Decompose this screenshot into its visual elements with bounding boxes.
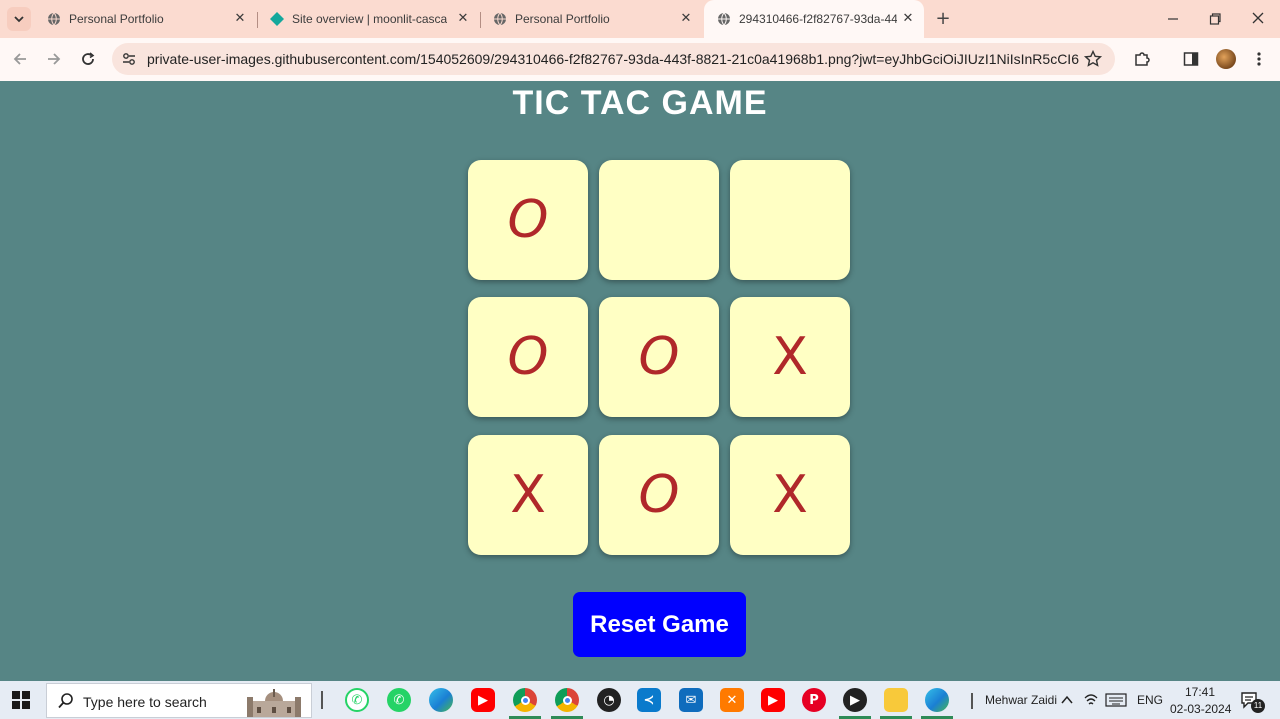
restore-window-button[interactable] [1204,9,1226,29]
board-cell[interactable]: O [468,160,588,280]
reload-icon [82,52,95,65]
reload-button[interactable] [76,47,100,71]
mail-icon[interactable]: ✉ [679,688,703,712]
chevron-down-icon [14,16,24,23]
puzzle-piece-icon [1135,52,1150,66]
youtube-icon[interactable]: ▶ [471,688,495,712]
tab-image-active[interactable]: 294310466-f2f82767-93da-443 ✕ [704,0,924,38]
arrow-right-icon [48,53,61,65]
tab-title: Personal Portfolio [69,12,164,26]
arrow-left-icon [13,53,26,65]
app-icon[interactable]: ✕ [720,688,744,712]
globe-icon [718,12,730,26]
whatsapp-icon[interactable]: ✆ [387,688,411,712]
board-cell[interactable]: O [468,297,588,417]
extensions-button[interactable] [1131,48,1153,70]
tab-title: Site overview | moonlit-cascaro [292,12,447,26]
close-tab-icon[interactable]: ✕ [678,11,694,27]
search-placeholder: Type here to search [83,694,207,710]
language-indicator[interactable]: ENG [1137,693,1163,707]
wifi-icon[interactable] [1083,692,1099,708]
chrome-icon[interactable] [513,688,537,712]
tab-search-button[interactable] [7,7,31,31]
board-cell[interactable] [599,160,719,280]
search-highlight-building-icon [247,689,301,717]
windows-start-icon[interactable] [12,691,30,709]
profile-avatar[interactable] [1216,49,1236,69]
whatsapp-web-icon[interactable]: ✆ [345,688,369,712]
file-explorer-icon[interactable] [884,688,908,712]
edge-icon[interactable] [429,688,453,712]
media-player-icon[interactable]: ▶ [843,688,867,712]
more-vertical-icon [1257,52,1261,66]
taskbar-divider [971,693,973,709]
tab-personal-portfolio-1[interactable]: Personal Portfolio ✕ [34,0,256,38]
board-cell[interactable] [730,160,850,280]
reset-game-button[interactable]: Reset Game [573,592,746,657]
browser-toolbar: private-user-images.githubusercontent.co… [0,38,1280,81]
tab-title: 294310466-f2f82767-93da-443 [739,12,897,26]
search-icon [58,693,73,709]
notification-count-badge: 11 [1251,699,1265,713]
board-cell[interactable]: O [599,435,719,555]
site-info-icon[interactable] [120,50,138,68]
board-cell[interactable]: X [730,297,850,417]
close-icon [1252,12,1264,24]
page-title: TIC TAC GAME [512,84,768,122]
edge-icon[interactable] [925,688,949,712]
browser-tab-bar: Personal Portfolio ✕ Site overview | moo… [0,0,1280,38]
side-panel-icon [1183,52,1199,66]
close-tab-icon[interactable]: ✕ [900,11,916,27]
clock-date[interactable]: 02-03-2024 [1170,702,1231,716]
board-cell[interactable]: X [468,435,588,555]
netlify-diamond-icon [270,12,284,26]
chrome-icon[interactable] [555,688,579,712]
app-icon[interactable]: ◔ [597,688,621,712]
game-board: O O O X X O X [468,160,851,555]
tab-site-overview[interactable]: Site overview | moonlit-cascaro ✕ [257,0,479,38]
address-bar[interactable]: private-user-images.githubusercontent.co… [112,43,1115,75]
back-button[interactable] [8,47,32,71]
new-tab-button[interactable]: + [933,9,953,29]
forward-button[interactable] [42,47,66,71]
close-tab-icon[interactable]: ✕ [232,11,248,27]
vscode-icon[interactable]: ≺ [637,688,661,712]
minimize-window-button[interactable] [1162,9,1184,29]
keyboard-icon[interactable] [1105,693,1127,707]
pinterest-icon[interactable]: P [802,688,826,712]
user-name[interactable]: Mehwar Zaidi [985,693,1057,707]
board-cell[interactable]: O [599,297,719,417]
url-text[interactable]: private-user-images.githubusercontent.co… [147,51,1079,67]
clock-time[interactable]: 17:41 [1185,685,1215,699]
tab-personal-portfolio-2[interactable]: Personal Portfolio ✕ [480,0,702,38]
close-tab-icon[interactable]: ✕ [455,11,471,27]
globe-icon [48,12,60,26]
side-panel-button[interactable] [1180,48,1202,70]
globe-icon [494,12,506,26]
taskbar-search-box[interactable]: Type here to search [46,683,312,718]
tab-title: Personal Portfolio [515,12,610,26]
chevron-up-icon[interactable] [1060,694,1074,706]
windows-taskbar: Type here to search ✆ ✆ ▶ ◔ ≺ ✉ ✕ ▶ P ▶ … [0,681,1280,719]
minimize-icon [1168,18,1178,20]
restore-icon [1209,13,1221,25]
youtube-icon[interactable]: ▶ [761,688,785,712]
taskbar-divider [321,691,323,709]
bookmark-star-icon[interactable] [1083,49,1103,69]
browser-menu-button[interactable] [1248,48,1270,70]
board-cell[interactable]: X [730,435,850,555]
close-window-button[interactable] [1247,9,1269,29]
